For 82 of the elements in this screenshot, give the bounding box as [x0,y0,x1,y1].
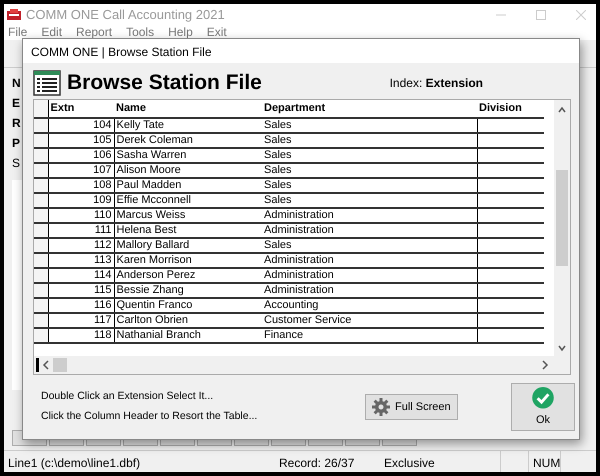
index-label: Index: [390,76,422,90]
table-cell: Administration [262,253,477,268]
hint-text: Double Click an Extension Select It... [41,389,214,404]
side-label: S [12,156,20,170]
table-cell: Marcus Weiss [114,208,262,223]
table-cell: Effie Mcconnell [114,193,262,208]
column-header[interactable]: Name [114,100,262,118]
close-icon[interactable] [576,10,586,20]
table-cell: Derek Coleman [114,133,262,148]
window-title: COMM ONE Call Accounting 2021 [26,6,225,24]
table-cell: Sales [262,178,477,193]
table-cell: Sales [262,163,477,178]
table-cell: 118 [48,328,114,343]
table-cell: 108 [48,178,114,193]
table-cell: 106 [48,148,114,163]
table-cell: Kelly Tate [114,118,262,133]
table-cell: Helena Best [114,223,262,238]
table-cell: Anderson Perez [114,268,262,283]
maximize-icon[interactable] [536,10,546,20]
table-cell: Nathanial Branch [114,328,262,343]
dialog-title: COMM ONE | Browse Station File [23,39,579,63]
table-cell: Customer Service [262,313,477,328]
table-cell: Sales [262,238,477,253]
menu-item[interactable]: Edit [41,26,62,39]
table-cell: 114 [48,268,114,283]
scrollbar-thumb[interactable] [556,170,568,266]
table-cell: Administration [262,283,477,298]
table-cell: Mallory Ballard [114,238,262,253]
table-cell: Karen Morrison [114,253,262,268]
table-cell: Sales [262,193,477,208]
hint-text: Click the Column Header to Resort the Table... [41,409,258,424]
column-header[interactable]: Division [477,100,544,118]
table-cell: 117 [48,313,114,328]
gear-icon [372,398,390,416]
menu-item[interactable]: Exit [206,26,227,39]
ok-button[interactable]: Ok [511,383,575,431]
full-screen-button[interactable]: Full Screen [365,394,458,420]
table-cell: 110 [48,208,114,223]
table-cell: 104 [48,118,114,133]
table-cell: Administration [262,223,477,238]
side-link[interactable]: P [12,136,20,150]
side-link[interactable]: R [12,116,21,130]
column-header[interactable]: Extn [48,100,114,118]
table-cell: Paul Madden [114,178,262,193]
column-header[interactable]: Department [262,100,477,118]
table-cell: Sasha Warren [114,148,262,163]
check-icon [531,386,555,410]
side-link[interactable]: E [12,96,20,110]
menu-item[interactable]: File [8,26,28,39]
table-cell: Administration [262,208,477,223]
status-field: Record: 26/37 [275,451,380,472]
table-cell: Alison Moore [114,163,262,178]
table-cell: 112 [48,238,114,253]
menu-item[interactable]: Tools [126,26,154,39]
menu-item[interactable]: Report [76,26,112,39]
table-cell: 113 [48,253,114,268]
status-field: Line1 (c:\demo\line1.dbf) [4,451,275,472]
side-link[interactable]: N [12,76,21,90]
table-cell: Bessie Zhang [114,283,262,298]
table-cell: Sales [262,118,477,133]
table-cell: Sales [262,133,477,148]
table-cell: 115 [48,283,114,298]
scroll-right-icon[interactable] [540,359,550,371]
index-value: Extension [426,76,483,90]
table-cell: Finance [262,328,477,343]
menu-item[interactable]: Help [168,26,193,39]
table-cell: Sales [262,148,477,163]
list-icon [33,70,61,96]
table-cell: Accounting [262,298,477,313]
table-cell: Administration [262,268,477,283]
table-cell: 116 [48,298,114,313]
status-field: Exclusive [380,451,500,472]
scrollbar-thumb[interactable] [53,358,67,372]
table-cell: 107 [48,163,114,178]
scroll-left-icon[interactable] [41,359,51,371]
table-cell: 109 [48,193,114,208]
status-field: NUM [528,451,560,472]
table-cell: Carlton Obrien [114,313,262,328]
table-cell: 105 [48,133,114,148]
dialog-heading: Browse Station File [67,70,262,96]
table-cell: 111 [48,223,114,238]
table-cell: Quentin Franco [114,298,262,313]
